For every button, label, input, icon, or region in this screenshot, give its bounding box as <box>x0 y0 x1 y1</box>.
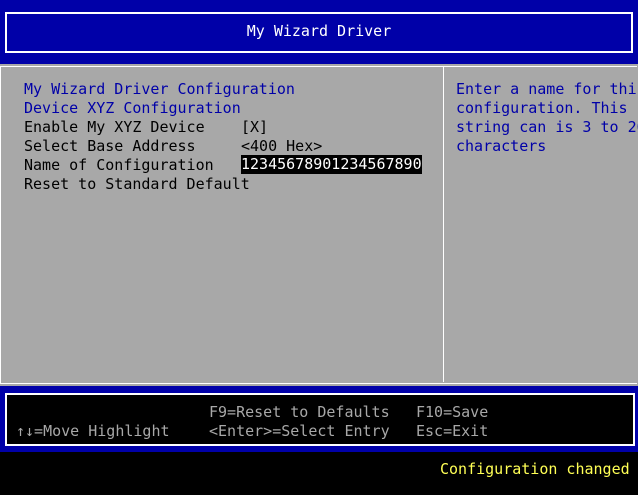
config-name-input[interactable]: 12345678901234567890 <box>241 155 422 174</box>
form-heading: My Wizard Driver Configuration <box>24 80 295 98</box>
enable-device-label[interactable]: Enable My XYZ Device <box>24 118 205 137</box>
reset-default-item[interactable]: Reset to Standard Default <box>24 175 250 194</box>
page-title: My Wizard Driver <box>246 22 392 40</box>
status-message: Configuration changed <box>440 460 630 478</box>
f9-hint: F9=Reset to Defaults <box>209 403 390 421</box>
move-highlight-hint: ↑↓=Move Highlight <box>16 422 170 440</box>
help-text-line: configuration. This <box>456 99 628 117</box>
title-bar: My Wizard Driver <box>0 0 638 64</box>
base-address-label[interactable]: Select Base Address <box>24 137 196 156</box>
f10-hint: F10=Save <box>416 403 489 421</box>
help-text-line: Enter a name for this <box>456 80 638 98</box>
base-address-select[interactable]: <400 Hex> <box>241 137 322 156</box>
help-text-line: string can is 3 to 20 <box>456 118 638 136</box>
config-name-label[interactable]: Name of Configuration <box>24 156 214 175</box>
form-subheading[interactable]: Device XYZ Configuration <box>24 99 241 118</box>
enable-device-checkbox[interactable]: [X] <box>241 118 268 137</box>
esc-hint: Esc=Exit <box>416 422 489 440</box>
help-text-line: characters <box>456 137 547 155</box>
help-divider <box>443 66 444 382</box>
enter-hint: <Enter>=Select Entry <box>209 422 390 440</box>
